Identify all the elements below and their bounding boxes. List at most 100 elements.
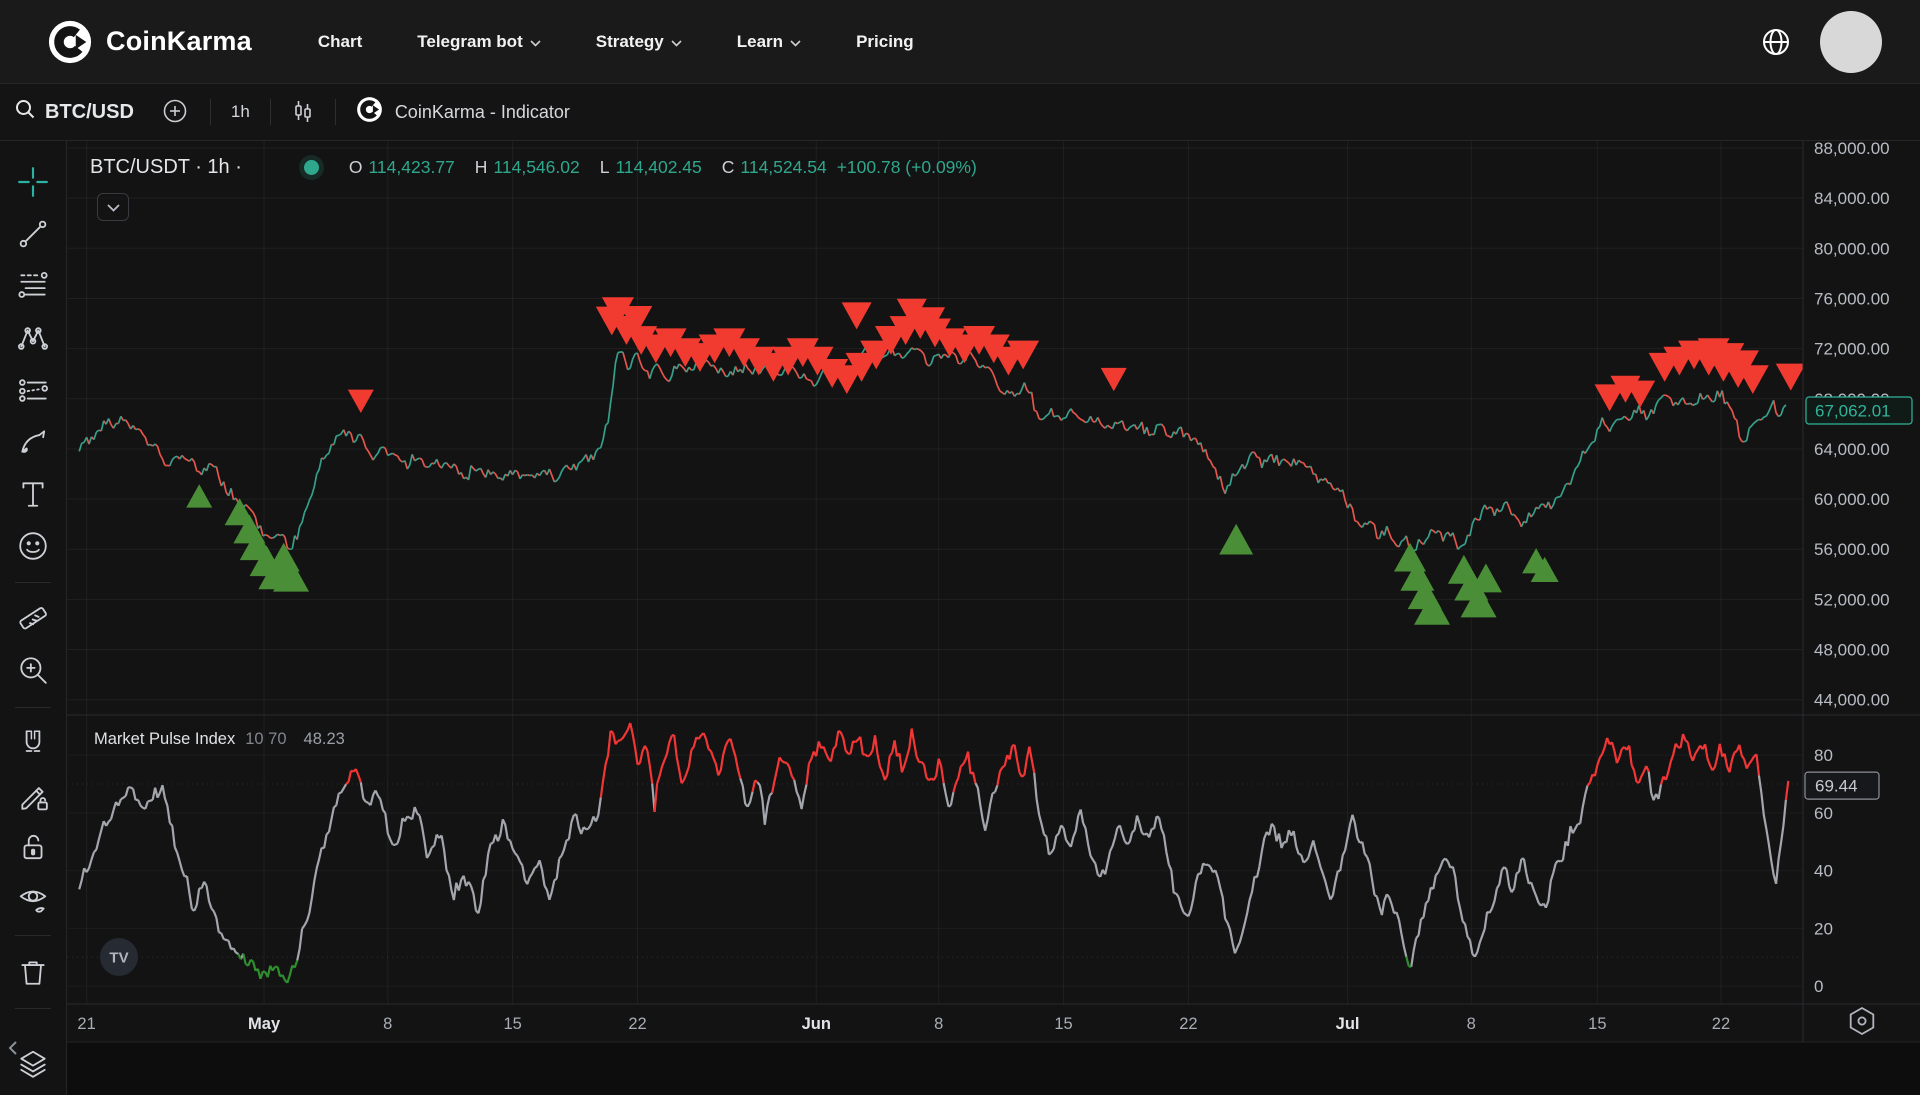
toolbar-divider <box>210 99 211 125</box>
toolbar-divider <box>270 99 271 125</box>
time-axis-label: 15 <box>1054 1015 1072 1033</box>
price-axis-label: 56,000.00 <box>1814 540 1890 559</box>
brand[interactable]: CoinKarma <box>47 19 252 65</box>
last-value-chip-value: 69.44 <box>1815 777 1858 796</box>
price-axis-label: 48,000.00 <box>1814 641 1890 660</box>
time-axis[interactable]: 21May81522Jun81522Jul81522 <box>77 1015 1730 1033</box>
fib-retracement-tool[interactable] <box>11 265 55 308</box>
crosshair-tool[interactable] <box>11 161 55 204</box>
price-axis[interactable]: 88,000.00 84,000.00 80,000.00 76,000.00 72,0… <box>1806 141 1912 710</box>
indicator-params: 10 70 <box>245 730 286 749</box>
toolbar-group-divider <box>15 935 51 936</box>
toolbar-group-divider <box>15 1008 51 1009</box>
chevron-down-icon <box>530 32 541 52</box>
indicator-chip[interactable]: CoinKarma - Indicator <box>356 96 570 128</box>
nav-item-label: Learn <box>737 32 783 52</box>
magnet-tool[interactable] <box>11 722 55 765</box>
sell-signal-marker <box>1776 364 1806 391</box>
price-axis-label: 52,000.00 <box>1814 590 1890 609</box>
toolbar-group-divider <box>15 707 51 708</box>
time-axis-settings-icon[interactable] <box>1851 1008 1874 1034</box>
hide-drawings-tool[interactable] <box>11 877 55 920</box>
toolbar-divider <box>335 99 336 125</box>
tradingview-logo[interactable]: TV <box>100 938 138 976</box>
svg-text:TV: TV <box>109 950 128 967</box>
ruler-tool[interactable] <box>11 597 55 640</box>
sell-signal-marker <box>348 390 374 413</box>
indicator-legend-name: Market Pulse Index <box>94 730 235 749</box>
chart-toolbar: BTC/USD 1h CoinKarma - <box>0 84 1920 141</box>
nav-right <box>1760 11 1882 73</box>
remove-drawings-tool[interactable] <box>11 950 55 993</box>
time-axis-label: May <box>248 1015 281 1033</box>
indicator-axis[interactable]: 80604020069.44 <box>1805 746 1879 996</box>
drawing-lock-tool[interactable] <box>11 774 55 817</box>
price-axis-label: 88,000.00 <box>1814 141 1890 158</box>
indicator-name: CoinKarma - Indicator <box>395 102 570 123</box>
nav-item-pricing[interactable]: Pricing <box>856 32 914 52</box>
legend-collapse-button[interactable] <box>97 193 129 221</box>
chart-canvas[interactable]: 88,000.00 84,000.00 80,000.00 76,000.00 72,0… <box>67 141 1920 1095</box>
chevron-down-icon <box>107 200 120 215</box>
mpi-series <box>79 723 1788 983</box>
coinkarma-indicator-logo-icon <box>356 96 383 128</box>
trend-line-tool[interactable] <box>11 213 55 256</box>
compare-add-button[interactable] <box>160 96 190 129</box>
time-axis-label: 8 <box>934 1015 943 1033</box>
sell-signal-marker <box>1101 368 1127 391</box>
nav-item-learn[interactable]: Learn <box>737 32 801 52</box>
lock-all-tool[interactable] <box>11 825 55 868</box>
price-axis-label: 84,000.00 <box>1814 189 1890 208</box>
price-axis-label: 72,000.00 <box>1814 340 1890 359</box>
collapse-toolbar-icon[interactable] <box>6 1039 20 1057</box>
time-axis-label: 21 <box>77 1015 95 1033</box>
price-axis-label: 80,000.00 <box>1814 239 1890 258</box>
legend-title[interactable]: BTC/USDT · 1h · <box>90 156 242 179</box>
buy-signal-marker <box>1219 524 1253 555</box>
status-dot <box>304 160 319 175</box>
chart-style-button[interactable] <box>291 98 315 127</box>
coinkarma-logo-icon <box>47 19 93 65</box>
nav-item-label: Chart <box>318 32 362 52</box>
ohlc-values: O114,423.77 H114,546.02 L114,402.45 C114… <box>349 157 977 178</box>
text-tool[interactable] <box>11 472 55 515</box>
open-label: O <box>349 157 363 178</box>
nav-item-strategy[interactable]: Strategy <box>596 32 682 52</box>
emoji-tool[interactable] <box>11 524 55 567</box>
sell-signal-marker <box>842 302 872 329</box>
interval-button[interactable]: 1h <box>231 102 250 122</box>
indicator-axis-label: 0 <box>1814 977 1823 996</box>
nav-item-label: Strategy <box>596 32 664 52</box>
open-value: 114,423.77 <box>369 157 455 178</box>
nav-item-telegram-bot[interactable]: Telegram bot <box>417 32 540 52</box>
low-value: 114,402.45 <box>615 157 701 178</box>
indicator-axis-label: 60 <box>1814 804 1833 823</box>
price-axis-label: 76,000.00 <box>1814 289 1890 308</box>
user-avatar[interactable] <box>1820 11 1882 73</box>
indicator-axis-label: 40 <box>1814 862 1833 881</box>
chevron-down-icon <box>790 32 801 52</box>
price-axis-label: 44,000.00 <box>1814 691 1890 710</box>
drawing-toolbar <box>0 141 67 1095</box>
time-axis-label: 8 <box>1467 1015 1476 1033</box>
language-globe-icon[interactable] <box>1760 26 1792 58</box>
buy-signal-marker <box>186 484 212 507</box>
projection-tool[interactable] <box>11 369 55 412</box>
zoom-in-tool[interactable] <box>11 649 55 692</box>
symbol-label: BTC/USD <box>45 101 134 124</box>
nav-item-chart[interactable]: Chart <box>318 32 362 52</box>
pattern-tool[interactable] <box>11 317 55 360</box>
time-axis-label: 22 <box>1179 1015 1197 1033</box>
price-axis-label: 64,000.00 <box>1814 440 1890 459</box>
last-price-chip-value: 67,062.01 <box>1815 402 1891 421</box>
nav-item-label: Telegram bot <box>417 32 522 52</box>
plus-circle-icon <box>160 96 190 129</box>
search-icon <box>14 98 36 126</box>
close-value: 114,524.54 <box>740 157 826 178</box>
brush-tool[interactable] <box>11 420 55 463</box>
time-axis-label: 15 <box>503 1015 521 1033</box>
symbol-search-button[interactable]: BTC/USD <box>14 98 134 126</box>
symbol-legend[interactable]: BTC/USDT · 1h · O114,423.77 H114,546.02 … <box>90 156 977 179</box>
candles-icon <box>291 98 315 127</box>
high-value: 114,546.02 <box>493 157 579 178</box>
